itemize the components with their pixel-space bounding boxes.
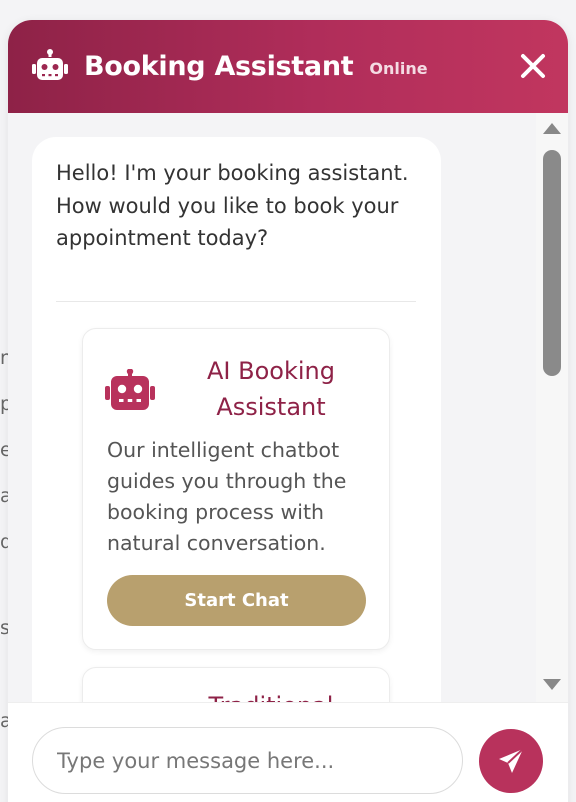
scrollbar[interactable] <box>536 113 568 702</box>
robot-icon <box>32 48 68 80</box>
scrollbar-thumb[interactable] <box>543 150 561 376</box>
scroll-up-arrow-icon[interactable] <box>543 123 561 134</box>
chat-title: Booking Assistant <box>84 51 354 82</box>
option-card-title: Traditional <box>171 688 371 702</box>
bot-greeting-text: Hello! I'm your booking assistant. How w… <box>56 161 409 250</box>
option-card-description: Our intelligent chatbot guides you throu… <box>107 438 347 555</box>
option-card-traditional: Traditional <box>82 667 390 702</box>
close-icon[interactable] <box>520 53 546 79</box>
message-input[interactable] <box>32 727 463 794</box>
robot-icon <box>105 369 155 410</box>
scroll-down-arrow-icon[interactable] <box>543 679 561 690</box>
composer <box>8 702 568 802</box>
send-button[interactable] <box>479 729 543 793</box>
chat-header: Booking Assistant Online <box>8 20 568 113</box>
option-card-ai-booking: AI Booking Assistant Our intelligent cha… <box>82 328 390 650</box>
paper-plane-icon <box>499 748 524 773</box>
divider <box>56 301 416 302</box>
start-chat-button[interactable]: Start Chat <box>107 575 366 626</box>
option-card-title: AI Booking Assistant <box>207 357 335 421</box>
message-list[interactable]: Hello! I'm your booking assistant. How w… <box>8 113 536 702</box>
chat-widget: Booking Assistant Online Hello! I'm your… <box>8 20 568 802</box>
status-badge: Online <box>369 59 428 78</box>
bot-message-bubble: Hello! I'm your booking assistant. How w… <box>32 137 441 702</box>
